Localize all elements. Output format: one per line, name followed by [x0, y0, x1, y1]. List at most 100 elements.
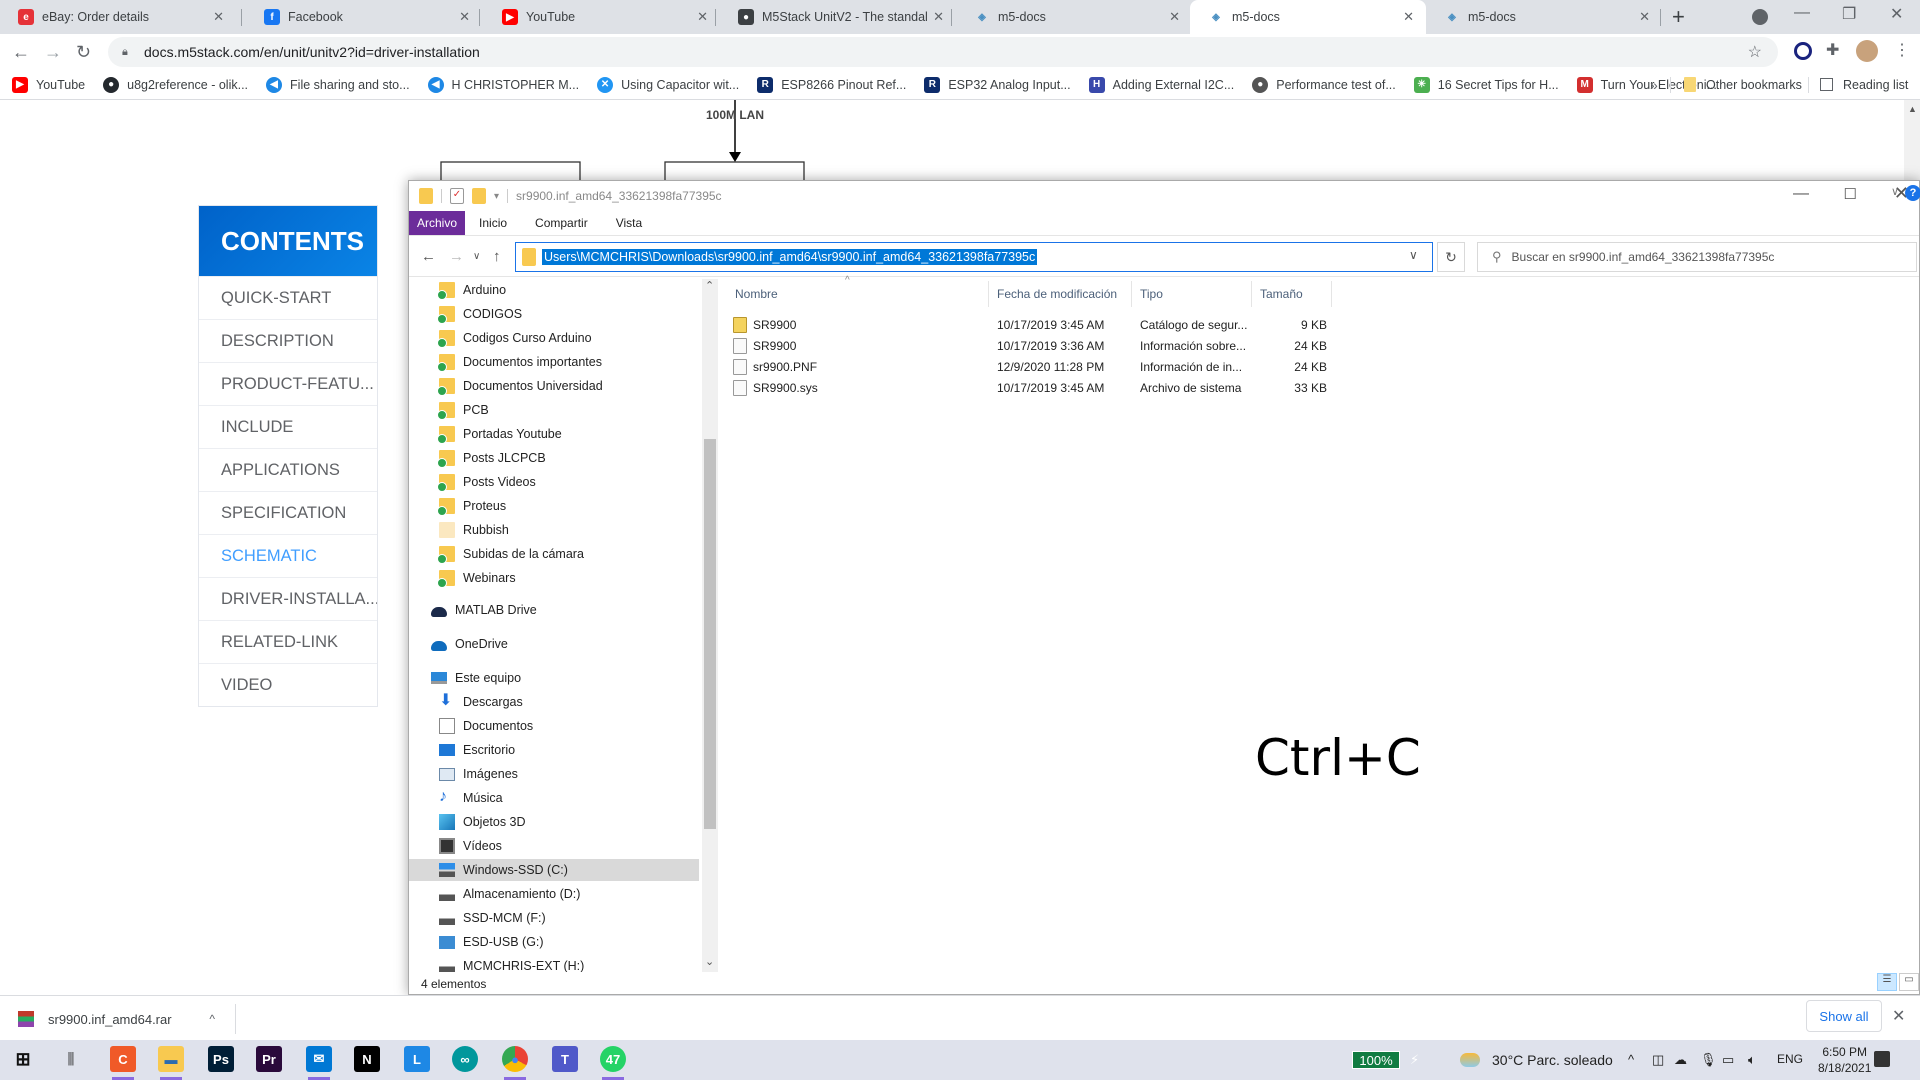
nav-pane-item[interactable]: Portadas Youtube: [409, 423, 699, 445]
address-path-text[interactable]: Users\MCMCHRIS\Downloads\sr9900.inf_amd6…: [542, 249, 1038, 265]
file-row[interactable]: SR9900 10/17/2019 3:36 AM Información sobr…: [727, 336, 1337, 357]
taskbar-app-premiere[interactable]: Pr: [256, 1046, 282, 1072]
nav-pane-item[interactable]: OneDrive: [409, 633, 699, 655]
nav-pane-item[interactable]: Almacenamiento (D:): [409, 883, 699, 905]
contents-item[interactable]: SPECIFICATION: [199, 491, 377, 534]
forward-button[interactable]: →: [44, 42, 62, 63]
contents-item[interactable]: PRODUCT-FEATU...: [199, 362, 377, 405]
nav-pane-item[interactable]: Rubbish: [409, 519, 699, 541]
nav-pane-item[interactable]: CODIGOS: [409, 303, 699, 325]
bookmark-star-icon[interactable]: ☆: [1748, 42, 1762, 62]
ribbon-tab-vista[interactable]: Vista: [602, 211, 656, 235]
bookmark-item[interactable]: ● Performance test of...: [1252, 76, 1396, 93]
large-icons-view-button[interactable]: ▭: [1899, 973, 1919, 991]
taskbar-app-camtasia[interactable]: C: [110, 1046, 136, 1072]
system-clock[interactable]: 6:50 PM 8/18/2021: [1818, 1044, 1871, 1076]
help-icon[interactable]: ?: [1905, 185, 1920, 201]
battery-percentage[interactable]: 100%: [1352, 1051, 1400, 1069]
close-window-button[interactable]: ✕: [1890, 4, 1903, 24]
explorer-forward-button[interactable]: →: [449, 248, 464, 265]
explorer-address-field[interactable]: Users\MCMCHRIS\Downloads\sr9900.inf_amd6…: [515, 242, 1433, 272]
extension-blocker-icon[interactable]: [1794, 42, 1812, 60]
explorer-search-input[interactable]: ⚲ Buscar en sr9900.inf_amd64_33621398fa7…: [1477, 242, 1917, 272]
nav-pane-item[interactable]: Documentos: [409, 715, 699, 737]
extensions-puzzle-icon[interactable]: ✚: [1826, 40, 1839, 60]
taskbar-app-file-explorer[interactable]: ▬: [158, 1046, 184, 1072]
bookmark-item[interactable]: R ESP32 Analog Input...: [924, 76, 1071, 93]
nav-pane-item[interactable]: MATLAB Drive: [409, 599, 699, 621]
explorer-back-button[interactable]: ←: [421, 248, 436, 265]
nav-pane-item[interactable]: Este equipo: [409, 667, 699, 689]
contents-item[interactable]: APPLICATIONS: [199, 448, 377, 491]
tab-close-icon[interactable]: ✕: [213, 9, 224, 25]
url-text[interactable]: docs.m5stack.com/en/unit/unitv2?id=drive…: [144, 44, 480, 60]
tab-close-icon[interactable]: ✕: [1403, 9, 1414, 25]
new-folder-icon[interactable]: [472, 188, 486, 204]
nav-pane-item[interactable]: SSD-MCM (F:): [409, 907, 699, 929]
contents-item[interactable]: RELATED-LINK: [199, 620, 377, 663]
browser-tab[interactable]: ◈ m5-docs ✕: [956, 0, 1192, 34]
tab-close-icon[interactable]: ✕: [1639, 9, 1650, 25]
restore-button[interactable]: ❐: [1842, 4, 1856, 24]
scrollbar-thumb[interactable]: [704, 439, 716, 829]
power-icon[interactable]: ▭: [1722, 1052, 1734, 1068]
bookmarks-overflow-button[interactable]: »: [1650, 77, 1658, 93]
tab-close-icon[interactable]: ✕: [933, 9, 944, 25]
taskbar-app-whatsapp[interactable]: 47: [600, 1046, 626, 1072]
camera-icon[interactable]: ◫: [1652, 1052, 1664, 1068]
column-header-type[interactable]: Tipo: [1132, 281, 1252, 307]
close-downloads-bar-button[interactable]: ✕: [1892, 1006, 1905, 1026]
ribbon-tab-inicio[interactable]: Inicio: [465, 211, 521, 235]
back-button[interactable]: ←: [12, 42, 30, 63]
nav-pane-item[interactable]: Imágenes: [409, 763, 699, 785]
bookmark-item[interactable]: ✕ Using Capacitor wit...: [597, 76, 739, 93]
bookmark-item[interactable]: ◀ File sharing and sto...: [266, 76, 410, 93]
download-options-chevron[interactable]: ^: [209, 1012, 215, 1026]
show-hidden-icons-chevron[interactable]: ^: [1628, 1052, 1634, 1067]
start-button[interactable]: ⊞: [10, 1046, 36, 1072]
address-dropdown-icon[interactable]: ∨: [1409, 248, 1418, 262]
download-item[interactable]: sr9900.inf_amd64.rar ^: [18, 1004, 236, 1034]
tab-close-icon[interactable]: ✕: [697, 9, 708, 25]
nav-pane-item[interactable]: Escritorio: [409, 739, 699, 761]
profile-avatar[interactable]: [1856, 40, 1878, 62]
reload-button[interactable]: ↻: [76, 42, 91, 63]
bookmark-item[interactable]: ● u8g2reference - olik...: [103, 76, 248, 93]
minimize-button[interactable]: —: [1794, 4, 1810, 22]
column-header-size[interactable]: Tamaño: [1252, 281, 1332, 307]
language-indicator[interactable]: ENG: [1777, 1052, 1803, 1066]
nav-pane-item[interactable]: Arduino: [409, 279, 699, 301]
bookmark-item[interactable]: ◀ H CHRISTOPHER M...: [427, 76, 579, 93]
ribbon-tab-archivo[interactable]: Archivo: [409, 211, 466, 235]
taskbar-app-mail[interactable]: ✉: [306, 1046, 332, 1072]
nav-pane-item[interactable]: Proteus: [409, 495, 699, 517]
browser-tab[interactable]: ● M5Stack UnitV2 - The standalone ✕: [720, 0, 956, 34]
bookmark-item[interactable]: ✳ 16 Secret Tips for H...: [1413, 76, 1559, 93]
quick-access-dropdown-icon[interactable]: ▾: [494, 191, 499, 202]
notification-center-icon[interactable]: [1874, 1051, 1890, 1067]
nav-pane-item[interactable]: Windows-SSD (C:): [409, 859, 699, 881]
contents-item[interactable]: VIDEO: [199, 663, 377, 706]
contents-item[interactable]: INCLUDE: [199, 405, 377, 448]
nav-pane-item[interactable]: Subidas de la cámara: [409, 543, 699, 565]
file-row[interactable]: sr9900.PNF 12/9/2020 11:28 PM Información …: [727, 357, 1337, 378]
nav-pane-item[interactable]: Vídeos: [409, 835, 699, 857]
nav-pane-item[interactable]: Webinars: [409, 567, 699, 589]
explorer-minimize-button[interactable]: —: [1793, 185, 1809, 203]
up-button[interactable]: ↑: [493, 248, 501, 265]
browser-tab[interactable]: ◈ m5-docs ✕: [1190, 0, 1426, 34]
bookmark-item[interactable]: ▶ YouTube: [12, 76, 85, 93]
nav-pane-item[interactable]: Codigos Curso Arduino: [409, 327, 699, 349]
other-bookmarks-folder[interactable]: Other bookmarks: [1684, 77, 1802, 92]
ribbon-tab-compartir[interactable]: Compartir: [521, 211, 602, 235]
properties-icon[interactable]: ✓: [450, 188, 464, 204]
scroll-up-arrow[interactable]: ⌃: [705, 279, 714, 292]
recent-locations-dropdown[interactable]: ∨: [473, 251, 480, 262]
browser-tab[interactable]: e eBay: Order details ✕: [0, 0, 236, 34]
nav-pane-item[interactable]: Posts JLCPCB: [409, 447, 699, 469]
browser-tab[interactable]: ▶ YouTube ✕: [484, 0, 720, 34]
nav-pane-item[interactable]: PCB: [409, 399, 699, 421]
nav-pane-item[interactable]: ♪ Música: [409, 787, 699, 809]
nav-pane-scrollbar[interactable]: ⌃ ⌄: [702, 279, 718, 972]
taskbar-app-photoshop[interactable]: Ps: [208, 1046, 234, 1072]
